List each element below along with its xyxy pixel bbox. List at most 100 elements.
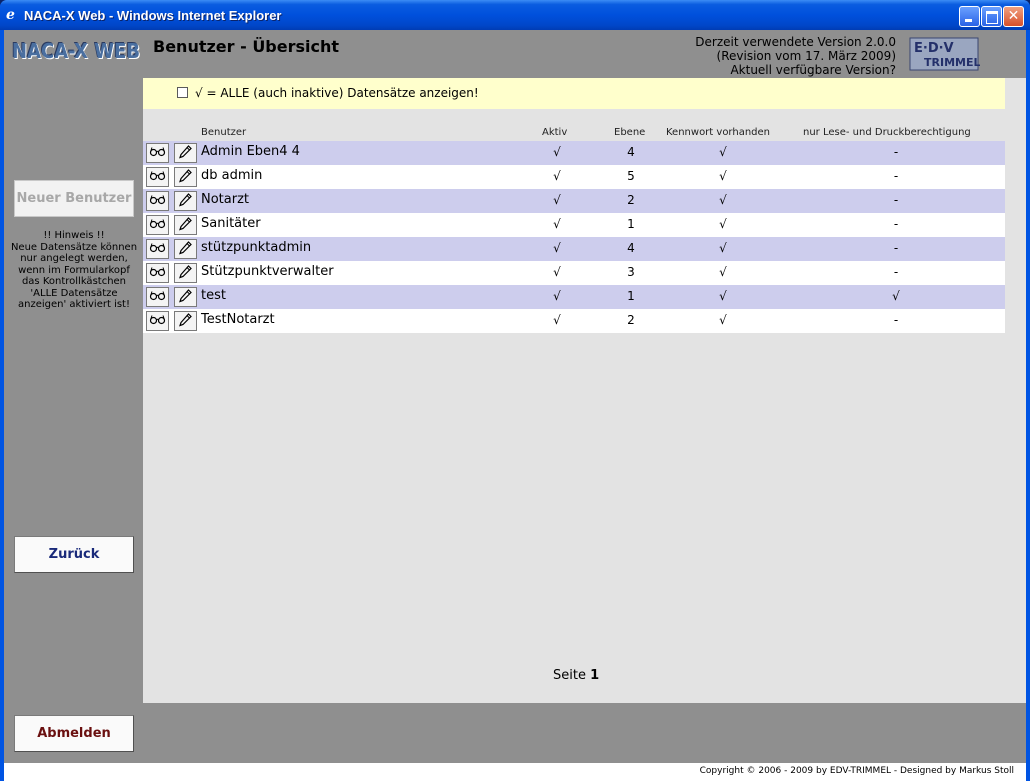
user-name: Admin Eben4 4 [201, 144, 300, 159]
view-button[interactable] [146, 215, 169, 235]
hint-heading: !! Hinweis !! [43, 230, 105, 241]
user-active: √ [553, 145, 561, 159]
user-name: Notarzt [201, 192, 250, 207]
table-row: test √ 1 √ √ [143, 285, 1005, 309]
maximize-button[interactable] [981, 6, 1002, 27]
view-button[interactable] [146, 167, 169, 187]
column-header-password: Kennwort vorhanden [666, 127, 771, 138]
edit-button[interactable] [174, 263, 197, 283]
pager-label: Seite [553, 668, 586, 683]
user-name: TestNotarzt [201, 312, 275, 327]
ie-icon: e [6, 7, 15, 23]
user-name: stützpunktadmin [201, 240, 312, 255]
view-button[interactable] [146, 143, 169, 163]
edit-button[interactable] [174, 167, 197, 187]
edit-button[interactable] [174, 143, 197, 163]
glasses-icon [149, 266, 166, 280]
user-password: √ [719, 169, 727, 183]
user-level: 3 [627, 265, 635, 279]
column-header-readonly: nur Lese- und Druckberechtigung [803, 127, 971, 138]
table-row: Sanitäter √ 1 √ - [143, 213, 1005, 237]
user-password: √ [719, 217, 727, 231]
table-row: Notarzt √ 2 √ - [143, 189, 1005, 213]
version-available-link[interactable]: Aktuell verfügbare Version? [695, 63, 896, 77]
user-readonly: - [893, 217, 899, 231]
user-active: √ [553, 169, 561, 183]
user-readonly: - [893, 313, 899, 327]
table-row: Admin Eben4 4 √ 4 √ - [143, 141, 1005, 165]
user-readonly: - [893, 265, 899, 279]
pencil-icon [179, 168, 192, 186]
user-password: √ [719, 289, 727, 303]
view-button[interactable] [146, 263, 169, 283]
pencil-icon [179, 312, 192, 330]
user-password: √ [719, 193, 727, 207]
user-readonly: √ [892, 289, 900, 303]
user-password: √ [719, 265, 727, 279]
table-row: stützpunktadmin √ 4 √ - [143, 237, 1005, 261]
glasses-icon [149, 194, 166, 208]
hint-text: !! Hinweis !! Neue Datensätze können nur… [10, 230, 138, 311]
copyright-text: Copyright © 2006 - 2009 by EDV-TRIMMEL -… [699, 766, 1014, 776]
user-level: 4 [627, 145, 635, 159]
maximize-icon [982, 7, 1001, 26]
user-readonly: - [893, 145, 899, 159]
user-active: √ [553, 193, 561, 207]
edit-button[interactable] [174, 311, 197, 331]
user-name: Stützpunktverwalter [201, 264, 334, 279]
user-name: test [201, 288, 226, 303]
new-user-button[interactable]: Neuer Benutzer [14, 180, 134, 217]
version-current: Derzeit verwendete Version 2.0.0 [695, 35, 896, 49]
column-header-level: Ebene [614, 127, 646, 138]
title-bar[interactable]: e NACA-X Web - Windows Internet Explorer… [0, 0, 1030, 30]
page-body: NACA-X WEB Benutzer - Übersicht Derzeit … [4, 30, 1026, 781]
glasses-icon [149, 146, 166, 160]
view-button[interactable] [146, 311, 169, 331]
edit-button[interactable] [174, 215, 197, 235]
pencil-icon [179, 144, 192, 162]
edit-button[interactable] [174, 239, 197, 259]
window-title: NACA-X Web - Windows Internet Explorer [24, 8, 282, 23]
user-name: db admin [201, 168, 263, 183]
pencil-icon [179, 288, 192, 306]
show-all-checkbox[interactable] [177, 87, 188, 98]
edit-button[interactable] [174, 287, 197, 307]
pager: Seite 1 [553, 668, 599, 683]
minimize-button[interactable] [959, 6, 980, 27]
version-revision: (Revision vom 17. März 2009) [716, 49, 896, 63]
footer: Copyright © 2006 - 2009 by EDV-TRIMMEL -… [4, 763, 1026, 781]
user-active: √ [553, 217, 561, 231]
user-level: 1 [627, 217, 635, 231]
view-button[interactable] [146, 239, 169, 259]
table-row: TestNotarzt √ 2 √ - [143, 309, 1005, 333]
user-password: √ [719, 145, 727, 159]
svg-text:E·D·V: E·D·V [914, 41, 954, 56]
user-password: √ [719, 241, 727, 255]
pencil-icon [179, 264, 192, 282]
edit-button[interactable] [174, 191, 197, 211]
pencil-icon [179, 240, 192, 258]
view-button[interactable] [146, 191, 169, 211]
close-button[interactable]: ✕ [1003, 6, 1024, 27]
logout-button[interactable]: Abmelden [14, 715, 134, 752]
user-active: √ [553, 289, 561, 303]
version-info: Derzeit verwendete Version 2.0.0 (Revisi… [695, 35, 896, 77]
user-readonly: - [893, 169, 899, 183]
edv-trimmel-logo: E·D·V TRIMMEL [909, 37, 980, 71]
show-all-label: √ = ALLE (auch inaktive) Datensätze anze… [195, 86, 479, 100]
back-button[interactable]: Zurück [14, 536, 134, 573]
user-active: √ [553, 241, 561, 255]
glasses-icon [149, 314, 166, 328]
app-logo: NACA-X WEB [12, 39, 141, 63]
user-active: √ [553, 265, 561, 279]
user-level: 1 [627, 289, 635, 303]
view-button[interactable] [146, 287, 169, 307]
user-readonly: - [893, 241, 899, 255]
table-row: db admin √ 5 √ - [143, 165, 1005, 189]
user-level: 2 [627, 193, 635, 207]
page-title: Benutzer - Übersicht [153, 37, 340, 56]
pager-page[interactable]: 1 [590, 668, 599, 683]
glasses-icon [149, 290, 166, 304]
column-header-active: Aktiv [542, 127, 568, 138]
user-password: √ [719, 313, 727, 327]
